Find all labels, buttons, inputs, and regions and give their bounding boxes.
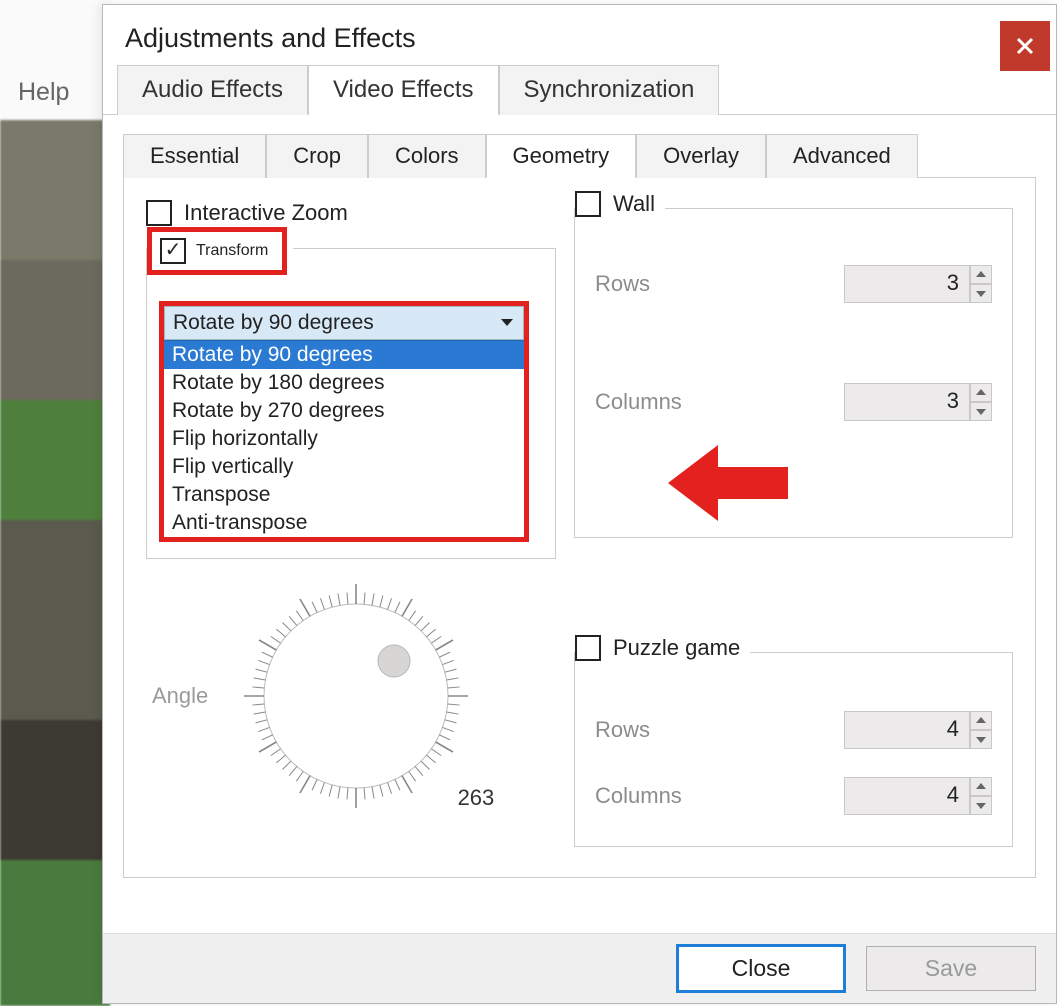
wall-label: Wall bbox=[613, 191, 655, 217]
puzzle-rows-value: 4 bbox=[844, 711, 970, 749]
transform-dropdown-highlight: Rotate by 90 degrees Rotate by 90 degree… bbox=[159, 301, 529, 542]
puzzle-columns-value: 4 bbox=[844, 777, 970, 815]
tab-synchronization[interactable]: Synchronization bbox=[499, 65, 720, 115]
transform-option-4[interactable]: Flip vertically bbox=[164, 453, 524, 481]
spin-up-icon[interactable] bbox=[970, 711, 992, 730]
tab-video-effects[interactable]: Video Effects bbox=[308, 65, 499, 115]
transform-dropdown-selected-text: Rotate by 90 degrees bbox=[173, 311, 374, 334]
wall-group: Wall Rows 3 Columns bbox=[574, 208, 1013, 538]
dialog-title: Adjustments and Effects bbox=[125, 23, 416, 53]
transform-checkbox[interactable] bbox=[160, 238, 186, 264]
wall-columns-label: Columns bbox=[595, 389, 682, 415]
wall-rows-spinbox[interactable]: 3 bbox=[844, 265, 992, 303]
dialog-titlebar: Adjustments and Effects bbox=[103, 5, 1056, 64]
puzzle-label: Puzzle game bbox=[613, 635, 740, 661]
puzzle-columns-label: Columns bbox=[595, 783, 682, 809]
spin-down-icon[interactable] bbox=[970, 730, 992, 749]
dialog-bottom-bar: Close Save bbox=[103, 933, 1056, 1003]
spin-down-icon[interactable] bbox=[970, 796, 992, 815]
spin-up-icon[interactable] bbox=[970, 777, 992, 796]
transform-option-0[interactable]: Rotate by 90 degrees bbox=[164, 341, 524, 369]
spin-down-icon[interactable] bbox=[970, 284, 992, 303]
puzzle-checkbox[interactable] bbox=[575, 635, 601, 661]
puzzle-rows-label: Rows bbox=[595, 717, 650, 743]
angle-label: Angle bbox=[152, 683, 208, 709]
wall-rows-value: 3 bbox=[844, 265, 970, 303]
interactive-zoom-checkbox[interactable] bbox=[146, 200, 172, 226]
annotation-arrow-icon bbox=[668, 445, 788, 521]
close-button[interactable]: Close bbox=[676, 944, 846, 993]
sub-tabs: Essential Crop Colors Geometry Overlay A… bbox=[123, 133, 1036, 178]
adjustments-effects-dialog: Adjustments and Effects Audio Effects Vi… bbox=[102, 4, 1057, 1004]
transform-option-3[interactable]: Flip horizontally bbox=[164, 425, 524, 453]
subtab-colors[interactable]: Colors bbox=[368, 134, 486, 178]
main-tabs: Audio Effects Video Effects Synchronizat… bbox=[103, 64, 1056, 115]
transform-option-5[interactable]: Transpose bbox=[164, 481, 524, 509]
save-button[interactable]: Save bbox=[866, 946, 1036, 991]
puzzle-group: Puzzle game Rows 4 Columns bbox=[574, 652, 1013, 847]
transform-label: Transform bbox=[196, 242, 268, 260]
transform-highlight: Transform bbox=[147, 227, 287, 275]
wall-columns-value: 3 bbox=[844, 383, 970, 421]
tab-audio-effects[interactable]: Audio Effects bbox=[117, 65, 308, 115]
chevron-down-icon bbox=[501, 319, 513, 327]
puzzle-columns-spinbox[interactable]: 4 bbox=[844, 777, 992, 815]
spin-up-icon[interactable] bbox=[970, 383, 992, 402]
subtab-overlay[interactable]: Overlay bbox=[636, 134, 766, 178]
wall-rows-label: Rows bbox=[595, 271, 650, 297]
interactive-zoom-label: Interactive Zoom bbox=[184, 200, 348, 226]
background-image-strip bbox=[0, 0, 110, 1006]
transform-dropdown-selected[interactable]: Rotate by 90 degrees bbox=[164, 306, 524, 340]
puzzle-rows-spinbox[interactable]: 4 bbox=[844, 711, 992, 749]
transform-dropdown-list: Rotate by 90 degrees Rotate by 180 degre… bbox=[164, 340, 524, 537]
close-icon[interactable] bbox=[1000, 21, 1050, 71]
angle-value: 263 bbox=[458, 785, 495, 811]
interactive-zoom-row: Interactive Zoom bbox=[146, 200, 556, 226]
wall-columns-spinbox[interactable]: 3 bbox=[844, 383, 992, 421]
menu-help[interactable]: Help bbox=[18, 78, 69, 107]
angle-row: Angle (function(){ var svg=document.quer… bbox=[146, 581, 556, 811]
spin-down-icon[interactable] bbox=[970, 402, 992, 421]
subtab-geometry[interactable]: Geometry bbox=[486, 134, 637, 178]
geometry-panel: Interactive Zoom Transform Rotate by 90 … bbox=[123, 178, 1036, 878]
transform-option-6[interactable]: Anti-transpose bbox=[164, 509, 524, 537]
subtab-essential[interactable]: Essential bbox=[123, 134, 266, 178]
transform-group: Transform Rotate by 90 degrees Rotate by… bbox=[146, 248, 556, 559]
subtab-crop[interactable]: Crop bbox=[266, 134, 368, 178]
spin-up-icon[interactable] bbox=[970, 265, 992, 284]
subtab-advanced[interactable]: Advanced bbox=[766, 134, 918, 178]
angle-dial[interactable] bbox=[226, 581, 486, 811]
wall-checkbox[interactable] bbox=[575, 191, 601, 217]
transform-option-2[interactable]: Rotate by 270 degrees bbox=[164, 397, 524, 425]
transform-option-1[interactable]: Rotate by 180 degrees bbox=[164, 369, 524, 397]
